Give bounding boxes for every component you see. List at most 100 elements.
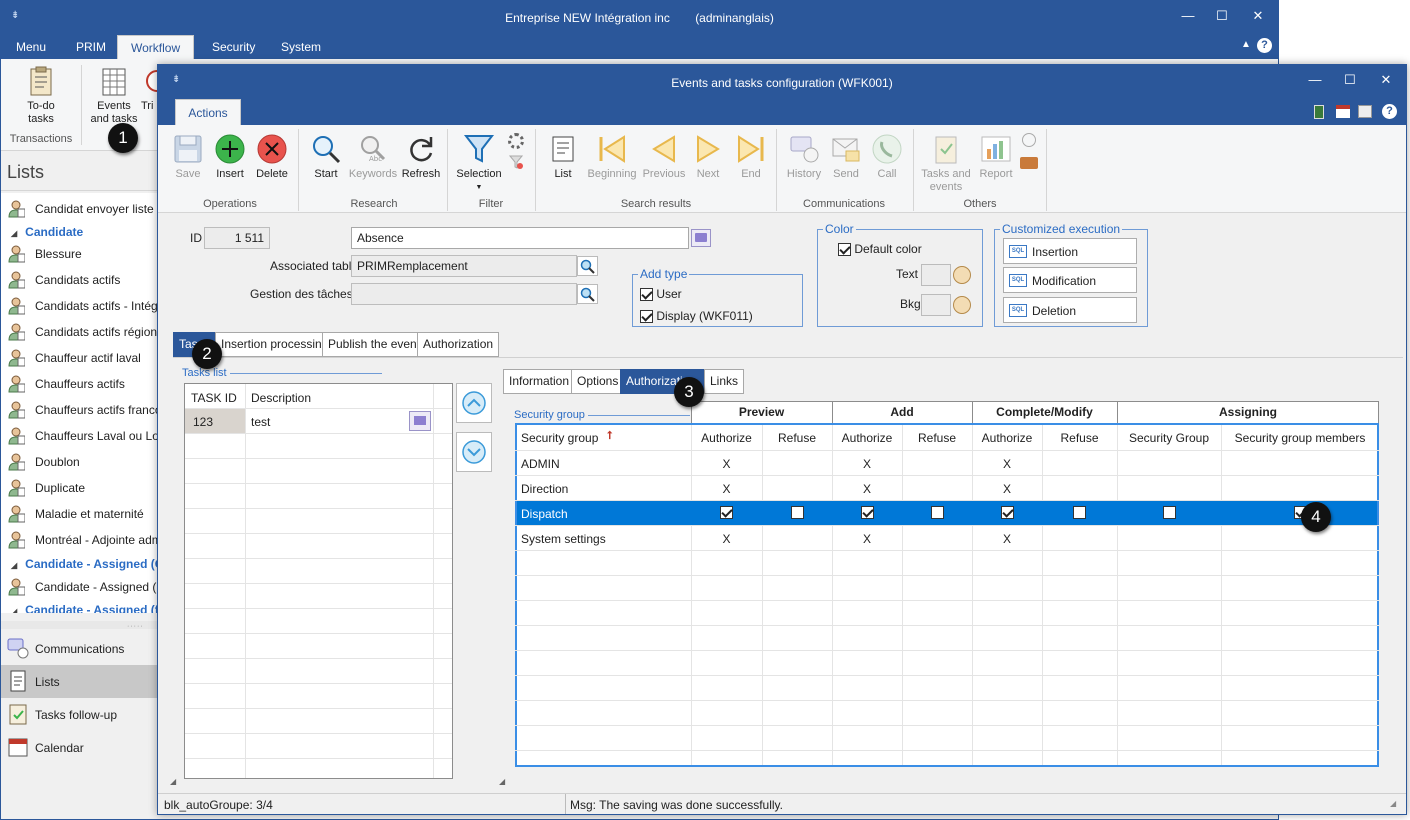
id-field[interactable]: 1 511 — [204, 227, 270, 249]
checkbox-checked[interactable] — [640, 310, 653, 324]
list-item[interactable]: Chauffeurs actifs franco — [1, 397, 159, 423]
menu-tab-system[interactable]: System — [268, 35, 334, 59]
keywords-button[interactable]: Abc Keywords — [346, 133, 400, 181]
menu-tab-security[interactable]: Security — [199, 35, 268, 59]
translate-icon[interactable] — [691, 229, 711, 247]
todo-tasks-button[interactable]: To-do tasks — [21, 65, 61, 126]
bkg-color-swatch[interactable] — [921, 294, 951, 316]
insertion-sql-button[interactable]: SQL Insertion — [1003, 238, 1137, 264]
text-color-swatch[interactable] — [921, 264, 951, 286]
task-translate-icon[interactable] — [409, 411, 431, 431]
subtab-information[interactable]: Information — [503, 369, 576, 394]
delete-button[interactable]: Delete — [254, 133, 290, 181]
dialog-close-icon[interactable]: ✕ — [1369, 67, 1403, 93]
dialog-maximize-icon[interactable]: ☐ — [1333, 67, 1367, 93]
permission-checkbox[interactable] — [861, 506, 874, 519]
toolbox-icon[interactable] — [1020, 157, 1038, 169]
permission-cell[interactable]: X — [972, 532, 1042, 546]
clear-filter-icon[interactable] — [509, 155, 523, 169]
checkbox-checked[interactable] — [838, 243, 851, 257]
permission-checkbox[interactable] — [1001, 506, 1014, 519]
nav-splitter[interactable]: ····· — [1, 621, 159, 630]
close-icon[interactable]: ✕ — [1241, 3, 1275, 29]
calendar-small-icon[interactable] — [1336, 105, 1350, 118]
tab-publish-event[interactable]: Publish the event — [322, 332, 427, 357]
event-name-field[interactable]: Absence — [351, 227, 689, 249]
move-up-button[interactable] — [456, 383, 492, 423]
permission-cell[interactable]: X — [972, 482, 1042, 496]
associated-table-search-icon[interactable] — [577, 256, 598, 276]
user-checkbox[interactable]: User — [640, 287, 682, 302]
refresh-button[interactable]: Refresh — [400, 133, 442, 181]
events-tasks-button[interactable]: Events and tasks — [87, 65, 141, 126]
list-item[interactable]: Candidats actifs — [1, 267, 159, 293]
subtab-links[interactable]: Links — [704, 369, 745, 394]
permission-cell[interactable]: X — [832, 532, 902, 546]
list-item[interactable]: Chauffeurs Laval ou Lon — [1, 423, 159, 449]
subtab-options[interactable]: Options — [571, 369, 625, 394]
display-checkbox[interactable]: Display (WKF011) — [640, 309, 753, 324]
expand-arrow-icon[interactable]: ◢ — [11, 561, 17, 570]
permission-checkbox[interactable] — [791, 506, 804, 519]
help-icon[interactable]: ? — [1257, 38, 1272, 53]
filter-settings-icon[interactable] — [508, 133, 524, 149]
task-id-cell[interactable]: 123 — [193, 415, 213, 429]
list-item[interactable]: Candidat envoyer liste c — [1, 196, 159, 222]
list-item[interactable]: Candidats actifs région — [1, 319, 159, 345]
column-header[interactable]: Security Group — [1117, 431, 1221, 445]
selection-button[interactable]: Selection ▼ — [454, 133, 504, 194]
list-item[interactable]: Montréal - Adjointe adm — [1, 527, 159, 553]
column-header[interactable]: Authorize — [691, 431, 762, 445]
column-header[interactable]: Security group members — [1221, 431, 1379, 445]
minimize-icon[interactable]: — — [1171, 3, 1205, 29]
list-group-header[interactable]: ◢ Candidate — [11, 225, 83, 239]
dialog-minimize-icon[interactable]: — — [1298, 67, 1332, 93]
permission-cell[interactable]: X — [691, 532, 762, 546]
permission-cell[interactable]: X — [832, 482, 902, 496]
tab-actions[interactable]: Actions — [175, 99, 241, 125]
expand-arrow-icon[interactable]: ◢ — [11, 607, 17, 613]
beginning-button[interactable]: Beginning — [584, 133, 640, 181]
maximize-icon[interactable]: ☐ — [1205, 3, 1239, 29]
permission-checkbox[interactable] — [720, 506, 733, 519]
permission-cell[interactable]: X — [691, 482, 762, 496]
security-group-name[interactable]: Dispatch — [521, 507, 568, 521]
previous-button[interactable]: Previous — [642, 133, 686, 181]
list-item[interactable]: Chauffeurs actifs — [1, 371, 159, 397]
column-header[interactable]: Security group — [521, 431, 598, 445]
list-item[interactable]: Blessure — [1, 241, 159, 267]
end-button[interactable]: End — [734, 133, 768, 181]
column-header[interactable]: Refuse — [762, 431, 832, 445]
menu-tab-prim[interactable]: PRIM — [63, 35, 119, 59]
permission-checkbox[interactable] — [1073, 506, 1086, 519]
modification-sql-button[interactable]: SQL Modification — [1003, 267, 1137, 293]
calculator-icon[interactable] — [1314, 105, 1324, 119]
security-group-name[interactable]: System settings — [521, 532, 606, 546]
list-item[interactable]: Candidate - Assigned (C — [1, 574, 159, 600]
print-icon[interactable] — [1358, 105, 1372, 118]
nav-lists[interactable]: Lists — [1, 665, 159, 698]
sort-ascending-icon[interactable]: ⭡ — [607, 430, 615, 443]
tasks-events-button[interactable]: Tasks and events — [920, 133, 972, 194]
security-group-name[interactable]: ADMIN — [521, 457, 560, 471]
list-item[interactable]: Candidats actifs - Intég — [1, 293, 159, 319]
task-management-search-icon[interactable] — [577, 284, 598, 304]
palette-icon[interactable] — [953, 296, 971, 314]
nav-tasks-follow-up[interactable]: Tasks follow-up — [1, 698, 159, 731]
dialog-help-icon[interactable]: ? — [1382, 104, 1397, 119]
expand-arrow-icon[interactable]: ◢ — [11, 229, 17, 238]
clock-icon[interactable] — [1022, 133, 1036, 147]
tab-insertion-processing[interactable]: Insertion processing — [215, 332, 335, 357]
send-button[interactable]: Send — [828, 133, 864, 181]
list-button[interactable]: List — [546, 133, 580, 181]
task-management-field[interactable] — [351, 283, 577, 305]
default-color-checkbox[interactable]: Default color — [838, 242, 922, 257]
task-description-cell[interactable]: test — [251, 415, 270, 429]
list-item[interactable]: Duplicate — [1, 475, 159, 501]
move-down-button[interactable] — [456, 432, 492, 472]
report-button[interactable]: Report — [976, 133, 1016, 181]
column-header[interactable]: Refuse — [902, 431, 972, 445]
save-button[interactable]: Save — [172, 133, 204, 181]
call-button[interactable]: Call — [870, 133, 904, 181]
list-group-header[interactable]: ◢ Candidate - Assigned (Cu — [11, 557, 159, 571]
